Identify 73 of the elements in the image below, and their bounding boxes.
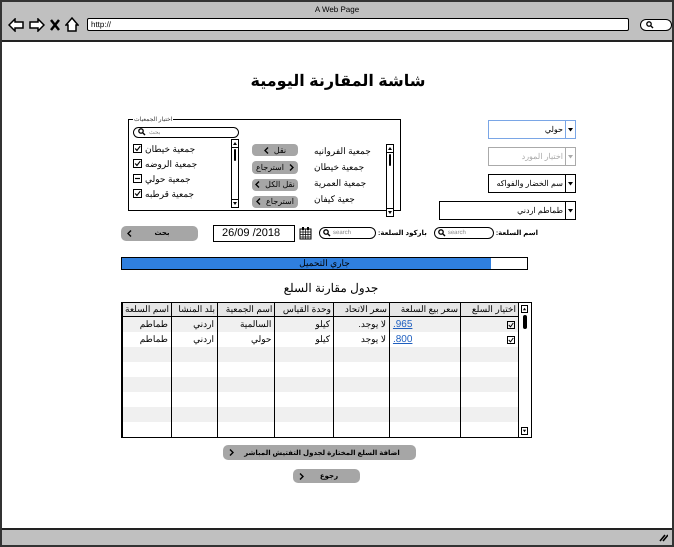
transfer-button[interactable]: نقل <box>252 144 298 156</box>
search-icon <box>138 128 146 136</box>
table-cell: حولي <box>250 334 272 344</box>
close-icon[interactable] <box>50 18 60 30</box>
transfer-button[interactable]: نقل الكل <box>252 178 298 191</box>
dropdown[interactable]: سم الخضار والفواكه <box>488 174 576 193</box>
scrollbar[interactable] <box>231 138 239 208</box>
home-icon[interactable] <box>65 17 79 32</box>
column-header: وحدة القياس <box>274 303 334 316</box>
table-cell: لا يوجد <box>360 334 386 344</box>
table-cell: اردني <box>193 334 214 344</box>
scroll-up-icon[interactable] <box>232 140 238 148</box>
scroll-down-icon[interactable] <box>387 208 393 216</box>
price-link[interactable]: .800 <box>392 334 412 345</box>
chevron-icon <box>299 472 304 480</box>
scrollbar[interactable] <box>518 303 531 437</box>
column-header: اسم الجمعية <box>218 303 275 316</box>
list-item[interactable]: جمعية حولي <box>145 172 191 185</box>
column-header: اختيار السلع <box>460 303 518 316</box>
search-icon <box>323 229 331 237</box>
caret-icon <box>568 128 573 132</box>
scroll-down-icon[interactable] <box>521 427 528 435</box>
caret-icon <box>568 208 573 212</box>
list-item[interactable]: جمعية العمرية <box>314 177 366 189</box>
search-field[interactable] <box>640 18 672 30</box>
url-field[interactable]: http:// <box>87 18 629 31</box>
caret-icon <box>568 182 573 186</box>
forward-icon[interactable] <box>29 18 45 32</box>
checkbox[interactable] <box>133 159 142 168</box>
table-cell: السالمية <box>240 319 272 329</box>
list-item[interactable]: جمعية الروضه <box>145 158 198 170</box>
list-item[interactable]: جمعية خيطان <box>145 142 196 155</box>
scroll-up-icon[interactable] <box>521 305 528 313</box>
calendar-icon[interactable] <box>299 226 312 240</box>
list-item[interactable]: جمعية قرطبه <box>145 188 194 200</box>
caret-icon <box>568 154 573 158</box>
table-cell: طماطم <box>140 334 168 344</box>
table-cell: كيلو <box>315 319 330 329</box>
indeterminate-checkbox[interactable] <box>133 174 142 184</box>
table-cell: كيلو <box>315 334 330 344</box>
checkbox[interactable] <box>133 189 142 198</box>
list-item[interactable]: جعية كيفان <box>314 193 355 205</box>
column-header: اسم السلعة <box>122 303 172 316</box>
page-title: شاشة المقارنة اليومية <box>250 72 426 92</box>
table-title: جدول مقارنة السلع <box>282 281 380 297</box>
list-item[interactable]: جمعية الفروانيه <box>314 145 371 157</box>
transfer-button[interactable]: استرجاع <box>252 161 298 174</box>
table-cell: لا يوجد. <box>358 319 386 329</box>
scroll-down-icon[interactable] <box>232 199 238 207</box>
column-header: سعر بيع السلعة <box>389 303 460 316</box>
date-field[interactable]: 26/09 /2018 <box>213 224 295 242</box>
dropdown[interactable]: حولي <box>488 120 576 139</box>
table-cell: اردني <box>193 319 214 329</box>
column-header: بلد المنشا <box>171 303 218 316</box>
back-icon[interactable] <box>8 18 24 32</box>
price-link[interactable]: .965 <box>392 319 412 330</box>
search-icon <box>646 20 654 28</box>
list-item[interactable]: جمعية خيطان <box>314 161 364 173</box>
window-title: A Web Page <box>314 4 360 16</box>
resize-grip-icon <box>658 534 668 542</box>
scrollbar[interactable] <box>386 144 394 217</box>
checkbox[interactable] <box>133 144 142 154</box>
table-cell: طماطم <box>140 319 168 329</box>
dropdown[interactable]: طماطم اردني <box>439 201 576 220</box>
transfer-button[interactable]: استرجاع <box>252 196 298 208</box>
chevron-icon <box>127 230 132 236</box>
column-header: سعر الاتحاد <box>333 303 390 316</box>
chevron-icon <box>229 449 234 456</box>
checkbox[interactable] <box>507 321 515 330</box>
scroll-up-icon[interactable] <box>387 145 393 153</box>
progress-label: جاري التحميل <box>299 258 350 269</box>
checkbox[interactable] <box>507 336 515 344</box>
search-icon <box>438 229 446 237</box>
